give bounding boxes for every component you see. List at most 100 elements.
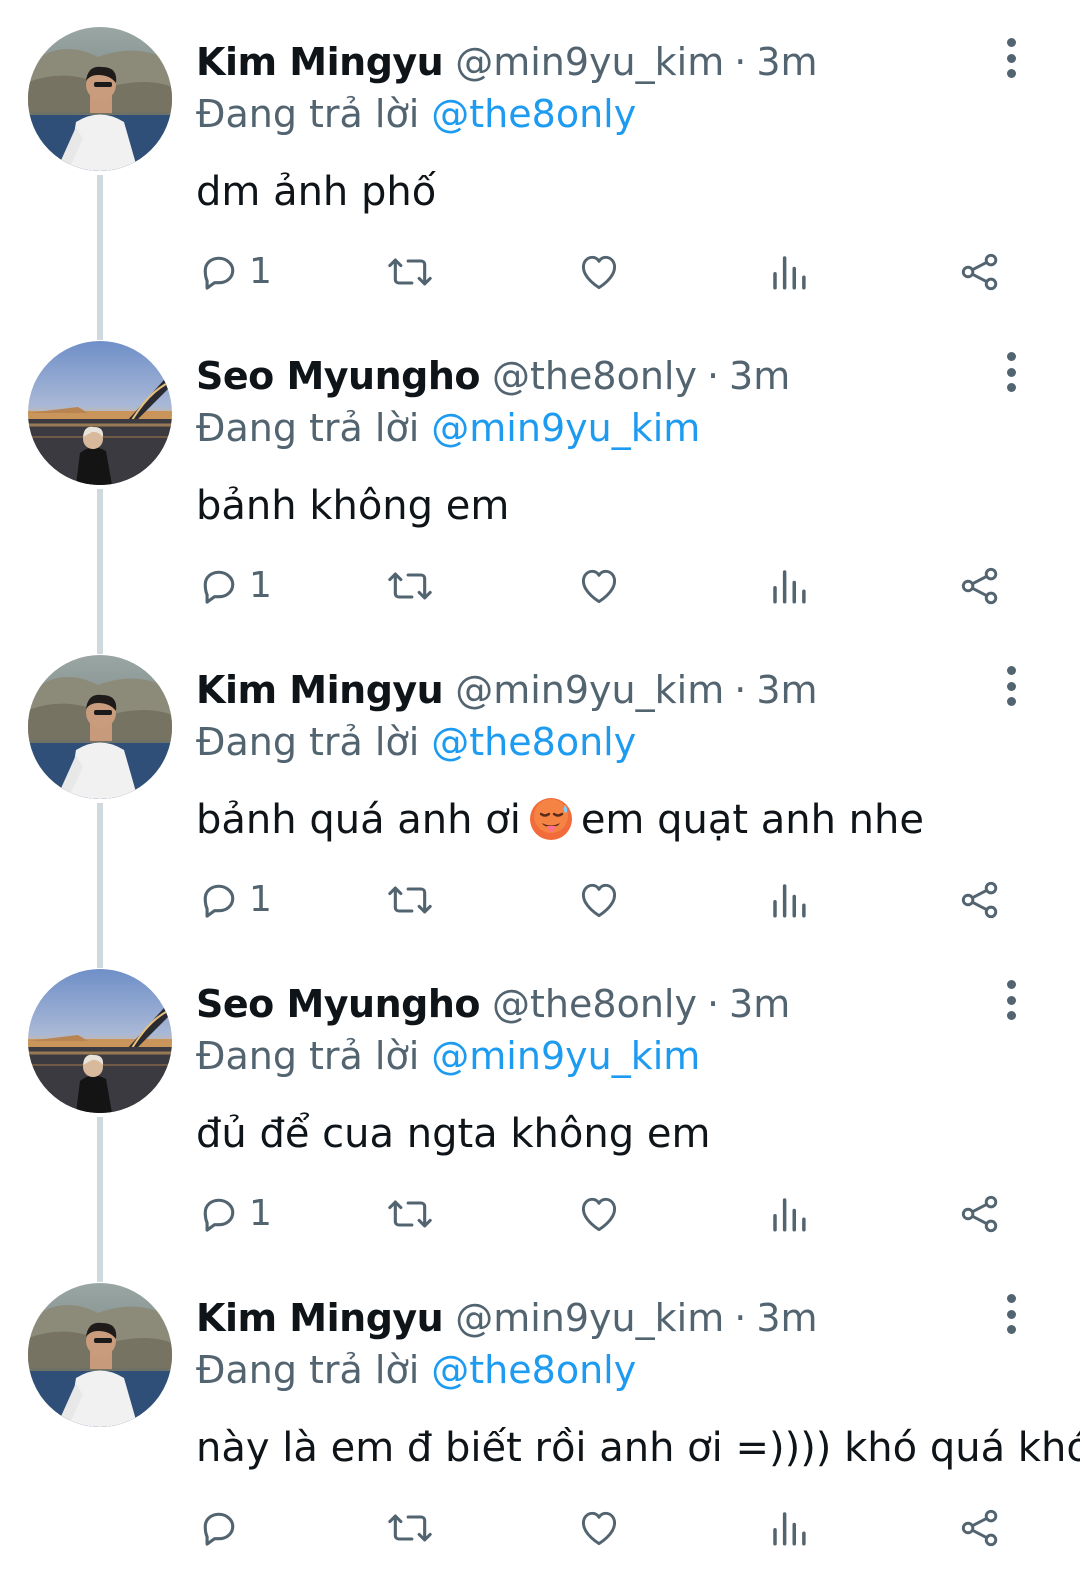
share-button[interactable]	[958, 560, 1002, 612]
retweet-icon	[388, 1200, 432, 1228]
analytics-button[interactable]	[768, 560, 810, 612]
author-name[interactable]: Seo Myungho	[196, 976, 481, 1032]
like-button[interactable]	[576, 560, 622, 612]
tweet[interactable]: Kim Mingyu @min9yu_kim · 3m Đang trả lời…	[0, 0, 1080, 340]
action-bar: 1	[0, 246, 1080, 298]
author-handle[interactable]: @the8only	[492, 348, 697, 404]
reply-button[interactable]: 1	[197, 246, 272, 298]
analytics-icon	[773, 256, 806, 290]
timestamp[interactable]: 3m	[729, 348, 790, 404]
heart-icon	[581, 255, 617, 290]
author-handle[interactable]: @min9yu_kim	[455, 1290, 724, 1346]
separator-dot: ·	[706, 982, 720, 1026]
avatar-kim-mingyu[interactable]	[28, 655, 172, 799]
author-name[interactable]: Kim Mingyu	[196, 662, 444, 718]
reply-button[interactable]: 1	[197, 1188, 272, 1240]
replying-to-handle[interactable]: @min9yu_kim	[431, 1034, 700, 1078]
retweet-icon	[388, 258, 432, 286]
heart-icon	[581, 1197, 617, 1232]
replying-to-handle[interactable]: @the8only	[431, 92, 636, 136]
tweet-header: Seo Myungho @the8only · 3m	[196, 976, 790, 1032]
tweet[interactable]: Seo Myungho @the8only · 3m Đang trả lời @…	[0, 314, 1080, 654]
heart-icon	[581, 883, 617, 918]
more-vertical-icon[interactable]	[996, 352, 1026, 392]
reply-button[interactable]	[197, 1502, 241, 1554]
analytics-icon	[773, 570, 806, 604]
reply-bubble-icon	[203, 1198, 235, 1232]
like-button[interactable]	[576, 874, 622, 926]
analytics-button[interactable]	[768, 246, 810, 298]
like-button[interactable]	[576, 246, 622, 298]
replying-to-handle[interactable]: @the8only	[431, 1348, 636, 1392]
author-name[interactable]: Seo Myungho	[196, 348, 481, 404]
more-vertical-icon[interactable]	[996, 980, 1026, 1020]
share-button[interactable]	[958, 874, 1002, 926]
tweet[interactable]: Kim Mingyu @min9yu_kim · 3m Đang trả lời…	[0, 628, 1080, 968]
share-button[interactable]	[958, 1502, 1002, 1554]
retweet-button[interactable]	[384, 1502, 436, 1554]
author-name[interactable]: Kim Mingyu	[196, 1290, 444, 1346]
tweet-text-content: bảnh không em	[196, 483, 510, 529]
reply-bubble-icon	[203, 256, 235, 290]
avatar-kim-mingyu[interactable]	[28, 27, 172, 171]
replying-to: Đang trả lời @the8only	[196, 714, 636, 770]
timestamp[interactable]: 3m	[756, 34, 817, 90]
replying-to-handle[interactable]: @min9yu_kim	[431, 406, 700, 450]
analytics-button[interactable]	[768, 1502, 810, 1554]
more-vertical-icon[interactable]	[996, 38, 1026, 78]
analytics-button[interactable]	[768, 1188, 810, 1240]
retweet-button[interactable]	[384, 560, 436, 612]
tweet-text: bảnh không em	[196, 474, 509, 538]
tweet-text: bảnh quá anh ơi em quạt anh nhe	[196, 788, 924, 852]
replying-to-label: Đang trả lời	[196, 92, 420, 136]
action-bar	[0, 1502, 1080, 1554]
analytics-button[interactable]	[768, 874, 810, 926]
author-handle[interactable]: @min9yu_kim	[455, 662, 724, 718]
heart-icon	[581, 1511, 617, 1546]
tweet-header: Kim Mingyu @min9yu_kim · 3m	[196, 34, 818, 90]
like-button[interactable]	[576, 1188, 622, 1240]
more-vertical-icon[interactable]	[996, 1294, 1026, 1334]
share-icon	[961, 253, 998, 291]
timestamp[interactable]: 3m	[756, 662, 817, 718]
author-name[interactable]: Kim Mingyu	[196, 34, 444, 90]
reply-count: 1	[249, 251, 272, 292]
avatar-seo-myungho[interactable]	[28, 969, 172, 1113]
more-vertical-icon[interactable]	[996, 666, 1026, 706]
replying-to-handle[interactable]: @the8only	[431, 720, 636, 764]
reply-bubble-icon	[203, 1512, 235, 1546]
analytics-icon	[773, 1512, 806, 1546]
analytics-icon	[773, 1198, 806, 1232]
retweet-button[interactable]	[384, 874, 436, 926]
action-bar: 1	[0, 560, 1080, 612]
replying-to: Đang trả lời @min9yu_kim	[196, 400, 700, 456]
separator-dot: ·	[734, 668, 747, 712]
share-button[interactable]	[958, 1188, 1002, 1240]
reply-thread: Kim Mingyu @min9yu_kim · 3m Đang trả lời…	[0, 0, 1080, 1582]
share-button[interactable]	[958, 246, 1002, 298]
tweet-header: Kim Mingyu @min9yu_kim · 3m	[196, 662, 818, 718]
avatar-seo-myungho[interactable]	[28, 341, 172, 485]
author-handle[interactable]: @the8only	[492, 976, 697, 1032]
reply-button[interactable]: 1	[197, 874, 272, 926]
separator-dot: ·	[734, 1296, 747, 1340]
retweet-button[interactable]	[384, 246, 436, 298]
action-bar: 1	[0, 874, 1080, 926]
heart-icon	[581, 569, 617, 604]
timestamp[interactable]: 3m	[756, 1290, 817, 1346]
avatar-kim-mingyu[interactable]	[28, 1283, 172, 1427]
tweet-text: này là em đ biết rồi anh ơi =)))) khó qu…	[196, 1416, 1080, 1480]
like-button[interactable]	[576, 1502, 622, 1554]
share-icon	[961, 1195, 998, 1233]
tweet[interactable]: Seo Myungho @the8only · 3m Đang trả lời @…	[0, 942, 1080, 1282]
author-handle[interactable]: @min9yu_kim	[455, 34, 724, 90]
replying-to-label: Đang trả lời	[196, 406, 420, 450]
retweet-icon	[388, 1514, 432, 1542]
tweet-text: dm ảnh phố	[196, 160, 436, 224]
share-icon	[961, 1509, 998, 1547]
reply-button[interactable]: 1	[197, 560, 272, 612]
tweet-text: đủ để cua ngta không em	[196, 1102, 710, 1166]
tweet[interactable]: Kim Mingyu @min9yu_kim · 3m Đang trả lời…	[0, 1256, 1080, 1570]
timestamp[interactable]: 3m	[729, 976, 790, 1032]
retweet-button[interactable]	[384, 1188, 436, 1240]
